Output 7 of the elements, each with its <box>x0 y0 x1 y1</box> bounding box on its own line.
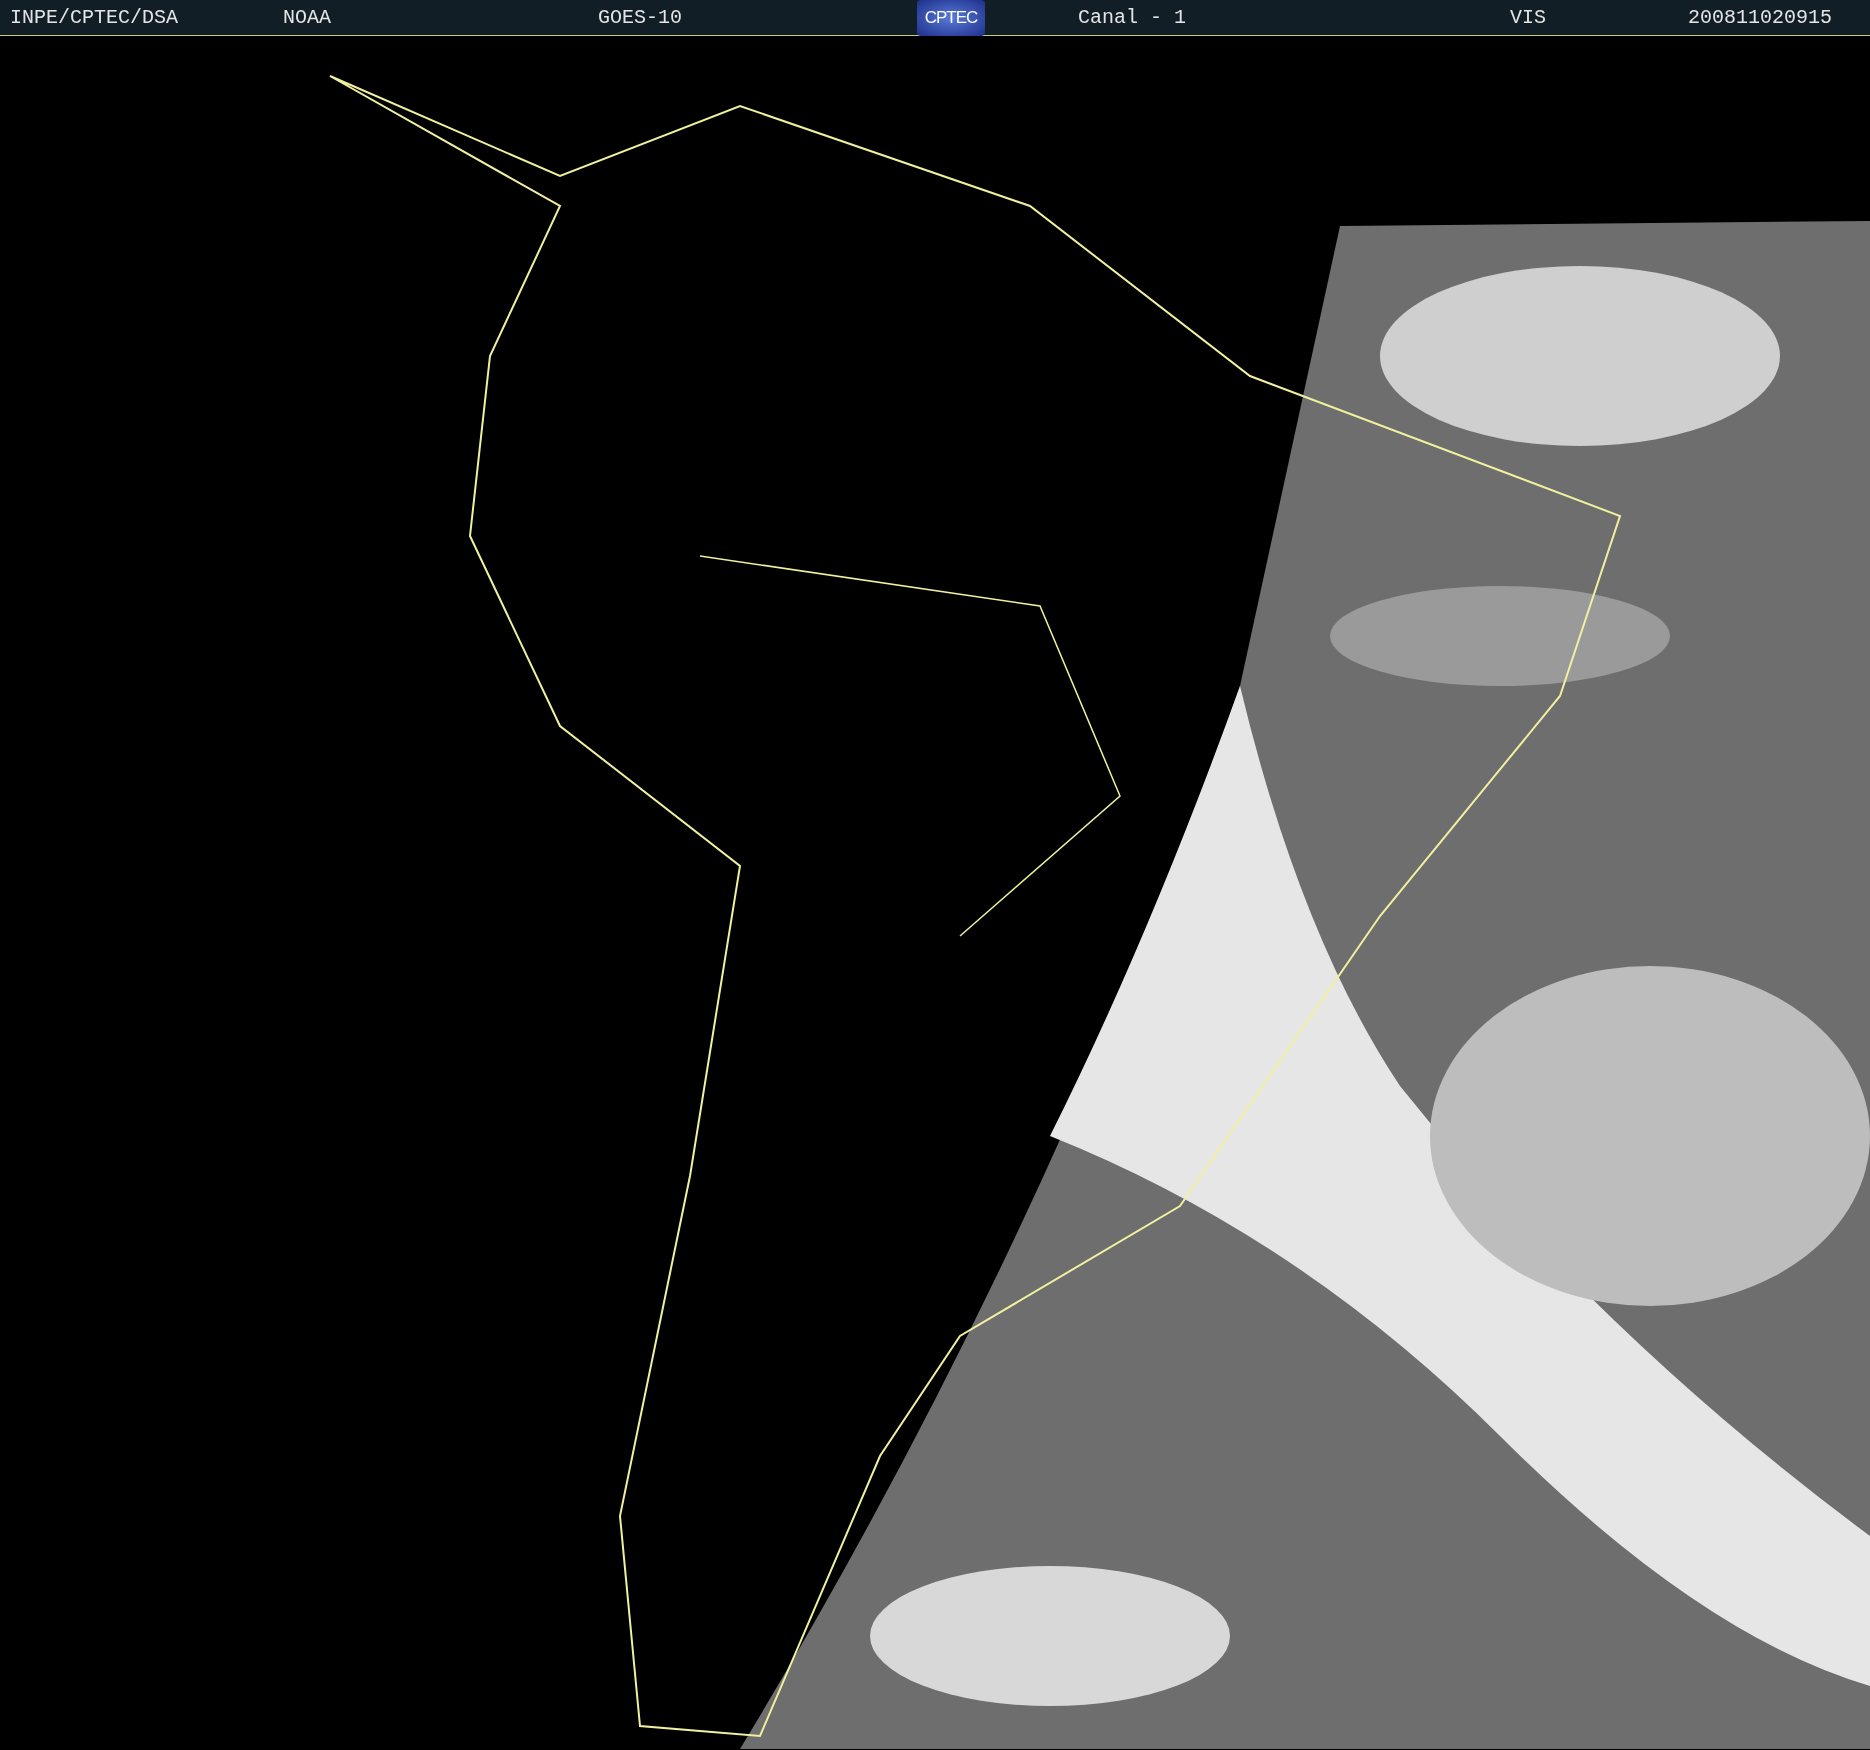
channel-label: Canal - 1 <box>1078 6 1187 30</box>
agency-label: INPE/CPTEC/DSA <box>10 6 179 30</box>
band-label: VIS <box>1510 6 1546 30</box>
source-label: NOAA <box>283 6 331 30</box>
satellite-label: GOES-10 <box>598 6 682 30</box>
logo: CPTEC <box>917 0 985 36</box>
timestamp-label: 200811020915 <box>1688 6 1833 30</box>
